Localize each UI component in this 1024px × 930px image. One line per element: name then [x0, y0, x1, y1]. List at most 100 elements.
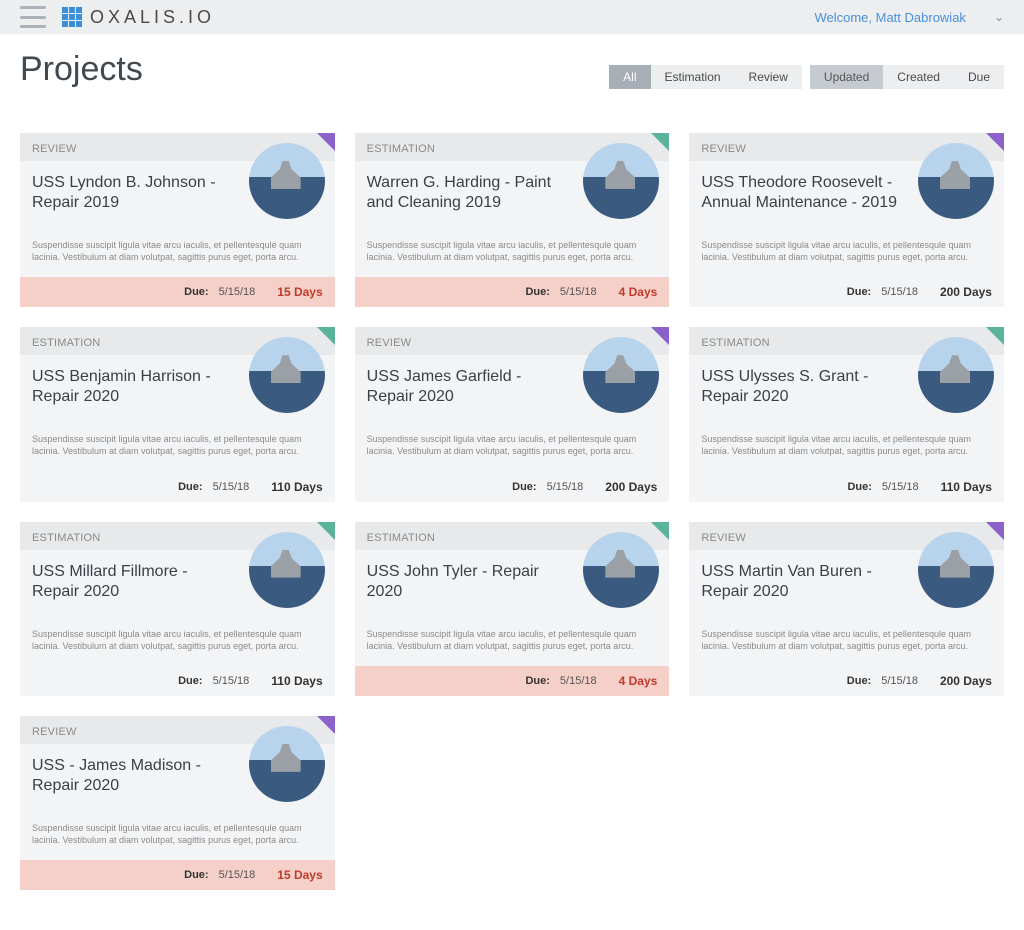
due-date: 5/15/18 — [213, 481, 250, 493]
card-corner-badge — [651, 133, 669, 151]
card-description: Suspendisse suscipit ligula vitae arcu i… — [701, 628, 992, 652]
ship-thumbnail — [249, 726, 325, 802]
due-date: 5/15/18 — [219, 869, 256, 881]
days-remaining: 200 Days — [940, 285, 992, 299]
card-footer: Due: 5/15/18 4 Days — [355, 666, 670, 696]
due-date: 5/15/18 — [547, 481, 584, 493]
due-label: Due: — [525, 286, 549, 298]
card-body: USS Martin Van Buren - Repair 2020Suspen… — [689, 550, 1004, 666]
card-footer: Due: 5/15/18 110 Days — [20, 472, 335, 502]
topbar: OXALIS.IO Welcome, Matt Dabrowiak ⌄ — [0, 0, 1024, 34]
card-body: USS John Tyler - Repair 2020Suspendisse … — [355, 550, 670, 666]
logo[interactable]: OXALIS.IO — [62, 7, 215, 28]
card-description: Suspendisse suscipit ligula vitae arcu i… — [367, 433, 658, 457]
card-description: Suspendisse suscipit ligula vitae arcu i… — [32, 822, 323, 846]
menu-icon[interactable] — [20, 6, 46, 28]
sort-tab-due[interactable]: Due — [954, 65, 1004, 89]
card-footer: Due:5/15/1815 Days — [20, 277, 335, 307]
card-description: Suspendisse suscipit ligula vitae arcu i… — [32, 239, 323, 263]
card-body: USS - James Madison - Repair 2020Suspend… — [20, 744, 335, 860]
days-remaining: 110 Days — [271, 480, 322, 494]
welcome-user[interactable]: Welcome, Matt Dabrowiak — [814, 10, 965, 25]
card-corner-badge — [651, 327, 669, 345]
card-corner-badge — [317, 716, 335, 734]
due-label: Due: — [178, 675, 202, 687]
card-description: Suspendisse suscipit ligula vitae arcu i… — [32, 433, 323, 457]
ship-thumbnail — [918, 337, 994, 413]
card-corner-badge — [317, 133, 335, 151]
chevron-down-icon[interactable]: ⌄ — [994, 10, 1004, 24]
due-date: 5/15/18 — [560, 675, 597, 687]
card-body: USS Millard Fillmore - Repair 2020Suspen… — [20, 550, 335, 666]
days-remaining: 4 Days — [619, 674, 658, 688]
card-footer: Due: 5/15/18 4 Days — [355, 277, 670, 307]
sort-tab-updated[interactable]: Updated — [810, 65, 883, 89]
page-header: Projects AllEstimationReview UpdatedCrea… — [0, 34, 1024, 103]
due-label: Due: — [847, 481, 871, 493]
due-label: Due: — [525, 675, 549, 687]
due-date: 5/15/18 — [213, 675, 250, 687]
page-title: Projects — [20, 50, 143, 89]
project-card[interactable]: ESTIMATIONUSS Benjamin Harrison - Repair… — [20, 327, 335, 501]
card-corner-badge — [986, 133, 1004, 151]
project-card[interactable]: REVIEWUSS - James Madison - Repair 2020S… — [20, 716, 335, 890]
card-corner-badge — [317, 522, 335, 540]
ship-thumbnail — [918, 532, 994, 608]
ship-thumbnail — [249, 143, 325, 219]
project-card[interactable]: REVIEWUSS Lyndon B. Johnson - Repair 201… — [20, 133, 335, 307]
project-card[interactable]: REVIEWUSS Martin Van Buren - Repair 2020… — [689, 522, 1004, 696]
card-footer: Due:5/15/18200 Days — [689, 666, 1004, 696]
due-label: Due: — [512, 481, 536, 493]
card-description: Suspendisse suscipit ligula vitae arcu i… — [367, 239, 658, 263]
due-date: 5/15/18 — [882, 481, 919, 493]
ship-thumbnail — [249, 532, 325, 608]
card-description: Suspendisse suscipit ligula vitae arcu i… — [701, 433, 992, 457]
ship-thumbnail — [583, 143, 659, 219]
due-date: 5/15/18 — [560, 286, 597, 298]
card-corner-badge — [317, 327, 335, 345]
due-date: 5/15/18 — [881, 675, 918, 687]
days-remaining: 110 Days — [271, 674, 322, 688]
days-remaining: 4 Days — [619, 285, 658, 299]
card-description: Suspendisse suscipit ligula vitae arcu i… — [367, 628, 658, 652]
sort-tab-created[interactable]: Created — [883, 65, 954, 89]
due-label: Due: — [178, 481, 202, 493]
card-footer: Due: 5/15/18 200 Days — [355, 472, 670, 502]
days-remaining: 200 Days — [605, 480, 657, 494]
card-body: USS Lyndon B. Johnson - Repair 2019Suspe… — [20, 161, 335, 277]
project-card[interactable]: REVIEWUSS James Garfield - Repair 2020Su… — [355, 327, 670, 501]
sort-tabs: UpdatedCreatedDue — [810, 65, 1004, 89]
days-remaining: 15 Days — [277, 868, 322, 882]
project-card[interactable]: ESTIMATIONWarren G. Harding - Paint and … — [355, 133, 670, 307]
days-remaining: 200 Days — [940, 674, 992, 688]
project-card[interactable]: ESTIMATIONUSS Ulysses S. Grant - Repair … — [689, 327, 1004, 501]
card-footer: Due: 5/15/18 110 Days — [689, 472, 1004, 502]
filter-tab-estimation[interactable]: Estimation — [651, 65, 735, 89]
filter-tab-all[interactable]: All — [609, 65, 650, 89]
days-remaining: 15 Days — [277, 285, 322, 299]
project-card[interactable]: ESTIMATIONUSS John Tyler - Repair 2020Su… — [355, 522, 670, 696]
logo-mark-icon — [62, 7, 82, 27]
card-description: Suspendisse suscipit ligula vitae arcu i… — [32, 628, 323, 652]
due-date: 5/15/18 — [219, 286, 256, 298]
card-body: USS Theodore Roosevelt - Annual Maintena… — [689, 161, 1004, 277]
filter-tabs: AllEstimationReview — [609, 65, 802, 89]
ship-thumbnail — [583, 532, 659, 608]
due-date: 5/15/18 — [881, 286, 918, 298]
card-footer: Due:5/15/18200 Days — [689, 277, 1004, 307]
due-label: Due: — [184, 869, 208, 881]
ship-thumbnail — [918, 143, 994, 219]
card-corner-badge — [651, 522, 669, 540]
project-card[interactable]: REVIEWUSS Theodore Roosevelt - Annual Ma… — [689, 133, 1004, 307]
project-card[interactable]: ESTIMATIONUSS Millard Fillmore - Repair … — [20, 522, 335, 696]
card-body: USS James Garfield - Repair 2020Suspendi… — [355, 355, 670, 471]
card-footer: Due: 5/15/18 110 Days — [20, 666, 335, 696]
card-corner-badge — [986, 522, 1004, 540]
filter-tab-review[interactable]: Review — [735, 65, 802, 89]
card-corner-badge — [986, 327, 1004, 345]
project-grid: REVIEWUSS Lyndon B. Johnson - Repair 201… — [0, 103, 1024, 930]
card-body: USS Benjamin Harrison - Repair 2020Suspe… — [20, 355, 335, 471]
card-body: Warren G. Harding - Paint and Cleaning 2… — [355, 161, 670, 277]
days-remaining: 110 Days — [941, 480, 992, 494]
logo-text: OXALIS.IO — [90, 7, 215, 28]
